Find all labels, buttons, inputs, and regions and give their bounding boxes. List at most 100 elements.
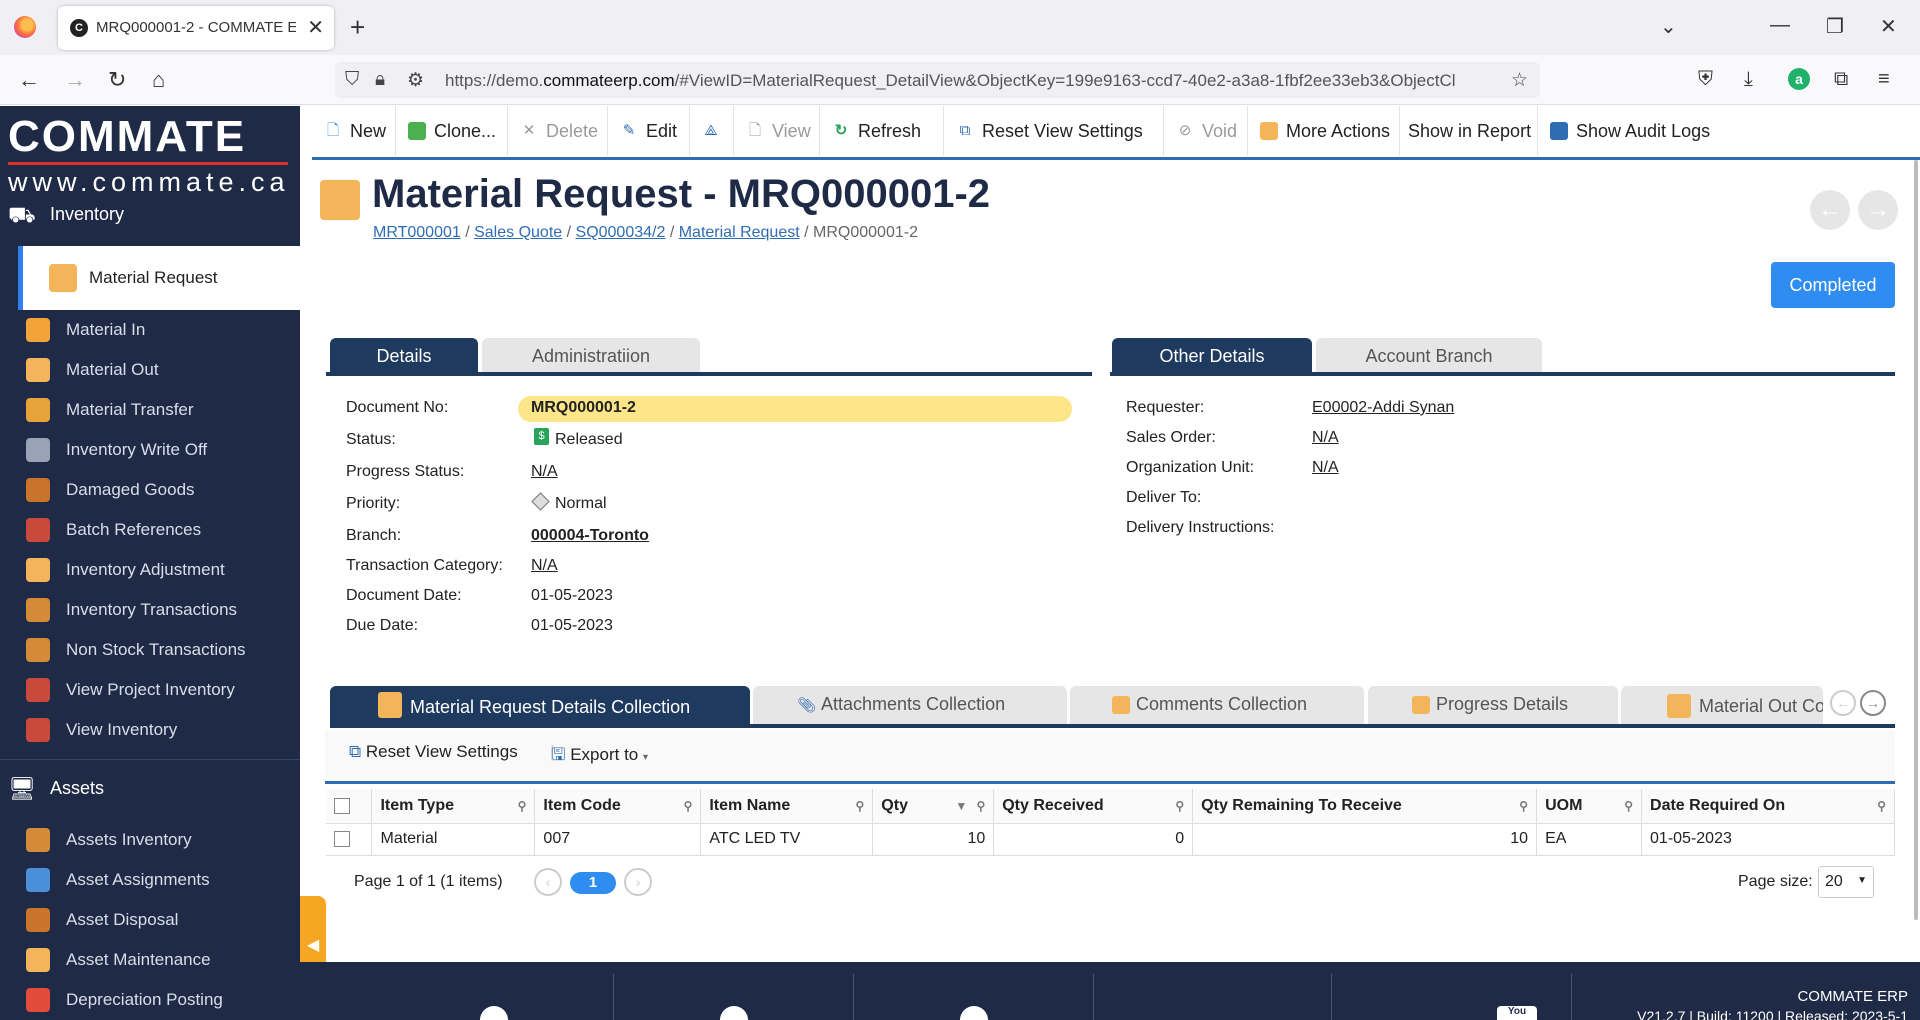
sidebar-item-inventory-adjustment[interactable]: Inventory Adjustment — [0, 550, 300, 590]
row-checkbox[interactable] — [334, 830, 350, 847]
new-tab-icon[interactable]: + — [350, 12, 365, 43]
filter-pin-icon[interactable]: ⚲ — [1519, 799, 1528, 813]
sidebar-item-material-in[interactable]: Material In — [0, 310, 300, 350]
sidebar-item-asset-disposal[interactable]: Asset Disposal — [0, 900, 300, 940]
tab-progress-details[interactable]: Progress Details — [1368, 686, 1618, 724]
sidebar-group-inventory[interactable]: ⛟ Inventory — [0, 194, 300, 234]
sidebar-item-material-out[interactable]: Material Out — [0, 350, 300, 390]
reset-view-settings-button[interactable]: ⧉ Reset View Settings — [944, 106, 1164, 156]
branch-link[interactable]: 000004-Toronto — [531, 527, 649, 545]
url-text[interactable]: https://demo.commateerp.com/#ViewID=Mate… — [445, 71, 1455, 91]
home-icon[interactable]: ⌂ — [152, 67, 165, 93]
tabs-scroll-right-icon[interactable]: → — [1860, 690, 1886, 716]
column-header[interactable]: Qty Received ⚲ — [993, 789, 1194, 824]
tab-administration[interactable]: Administratiion — [482, 338, 700, 374]
delete-button[interactable]: ✕ Delete — [508, 106, 608, 156]
shield-icon[interactable]: ⛉ — [345, 69, 359, 91]
tab-account-branch[interactable]: Account Branch — [1316, 338, 1542, 374]
tab-comments-collection[interactable]: Comments Collection — [1070, 686, 1364, 724]
browser-tab[interactable]: C MRQ000001-2 - COMMATE ERP ✕ — [58, 6, 334, 50]
requester-link[interactable]: E00002-Addi Synan — [1312, 399, 1454, 417]
footer-contact-icon[interactable] — [480, 1006, 508, 1020]
url-bar[interactable]: ⛉ 🔒︎ ⚙ https://demo.commateerp.com/#View… — [335, 62, 1540, 98]
restore-icon[interactable]: ❐ — [1826, 14, 1844, 39]
sidebar-item-asset-maintenance[interactable]: Asset Maintenance — [0, 940, 300, 980]
clone-button[interactable]: Clone... — [396, 106, 508, 156]
sidebar-item-asset-assignments[interactable]: Asset Assignments — [0, 860, 300, 900]
sidebar-group-assets[interactable]: 🖥︎ Assets — [0, 768, 300, 808]
sidebar-item-inventory-write-off[interactable]: Inventory Write Off — [0, 430, 300, 470]
commate-logo[interactable]: COMMATE www.commate.ca — [8, 114, 293, 197]
page-scrollbar[interactable] — [1914, 160, 1918, 920]
sales-order-link[interactable]: N/A — [1312, 429, 1339, 447]
grid-reset-view-settings-button[interactable]: ⧉ Reset View Settings — [349, 742, 518, 772]
bookmark-star-icon[interactable]: ☆ — [1511, 69, 1528, 92]
filter-pin-icon[interactable]: ⚲ — [1624, 799, 1633, 813]
column-header[interactable]: Date Required On ⚲ — [1641, 789, 1895, 824]
back-icon[interactable]: ← — [18, 67, 40, 93]
footer-info-icon[interactable] — [960, 1006, 988, 1020]
workflow-button[interactable]: ⟁ — [690, 106, 734, 156]
permissions-icon[interactable]: ⚙ — [407, 69, 424, 92]
show-in-report-button[interactable]: Show in Report — [1400, 106, 1538, 156]
extensions-icon[interactable]: ⧉ — [1834, 68, 1848, 91]
list-tabs-icon[interactable]: ⌄ — [1660, 14, 1677, 39]
tabs-scroll-left-icon[interactable]: ← — [1830, 690, 1856, 716]
menu-icon[interactable]: ≡ — [1878, 68, 1890, 91]
pocket-icon[interactable]: ⛨ — [1698, 68, 1713, 91]
column-header[interactable]: UOM ⚲ — [1536, 789, 1643, 824]
tab-material-request-details-collection[interactable]: Material Request Details Collection — [330, 686, 750, 726]
column-header[interactable]: Item Type ⚲ — [371, 789, 536, 824]
close-window-icon[interactable]: ✕ — [1880, 14, 1897, 39]
breadcrumb-link[interactable]: MRT000001 — [373, 224, 461, 241]
column-header[interactable]: Item Code ⚲ — [534, 789, 702, 824]
breadcrumb-link[interactable]: Sales Quote — [474, 224, 562, 241]
sort-desc-icon[interactable]: ▼ — [955, 799, 967, 813]
column-header[interactable]: Qty Remaining To Receive ⚲ — [1192, 789, 1538, 824]
edit-button[interactable]: ✎ Edit — [608, 106, 690, 156]
sidebar-item-material-transfer[interactable]: Material Transfer — [0, 390, 300, 430]
refresh-button[interactable]: ↻ Refresh — [820, 106, 944, 156]
sidebar-item-material-request[interactable]: Material Request — [18, 246, 300, 310]
select-all-checkbox[interactable] — [334, 797, 350, 814]
pager-prev-icon[interactable]: ‹ — [534, 868, 562, 896]
void-button[interactable]: ⊘ Void — [1164, 106, 1248, 156]
table-row[interactable]: Material 007 ATC LED TV 10 0 10 EA 01-05… — [326, 823, 1895, 856]
view-button[interactable]: 🗋 View — [734, 106, 820, 156]
more-actions-button[interactable]: More Actions — [1248, 106, 1400, 156]
tab-material-out-collection[interactable]: Material Out Collection — [1621, 686, 1823, 724]
pager-current-page[interactable]: 1 — [570, 872, 616, 894]
close-tab-icon[interactable]: ✕ — [307, 15, 324, 40]
tab-details[interactable]: Details — [330, 338, 478, 374]
sidebar-item-inventory-transactions[interactable]: Inventory Transactions — [0, 590, 300, 630]
progress-status-link[interactable]: N/A — [531, 463, 558, 481]
filter-pin-icon[interactable]: ⚲ — [856, 799, 865, 813]
minimize-icon[interactable]: — — [1770, 14, 1790, 37]
sidebar-item-damaged-goods[interactable]: Damaged Goods — [0, 470, 300, 510]
tab-other-details[interactable]: Other Details — [1112, 338, 1312, 374]
column-header[interactable]: Qty ▼ ⚲ — [872, 789, 995, 824]
sidebar-item-depreciation-posting[interactable]: Depreciation Posting — [0, 980, 300, 1020]
sidebar-item-batch-references[interactable]: Batch References — [0, 510, 300, 550]
status-completed-button[interactable]: Completed — [1771, 262, 1895, 308]
downloads-icon[interactable]: ⤓ — [1744, 68, 1753, 91]
export-to-dropdown[interactable]: 🖫︎ Export to ▾ — [551, 742, 648, 772]
filter-pin-icon[interactable]: ⚲ — [976, 799, 985, 813]
pager-next-icon[interactable]: › — [624, 868, 652, 896]
account-icon[interactable]: a — [1788, 68, 1810, 90]
sidebar-item-non-stock-transactions[interactable]: Non Stock Transactions — [0, 630, 300, 670]
tab-attachments-collection[interactable]: 📎︎ Attachments Collection — [753, 686, 1067, 724]
show-audit-logs-button[interactable]: Show Audit Logs — [1538, 106, 1718, 156]
filter-pin-icon[interactable]: ⚲ — [1175, 799, 1184, 813]
footer-location-icon[interactable] — [720, 1006, 748, 1020]
organization-unit-link[interactable]: N/A — [1312, 459, 1339, 477]
sidebar-item-view-inventory[interactable]: View Inventory — [0, 710, 300, 750]
youtube-icon[interactable]: You — [1497, 1006, 1537, 1020]
filter-pin-icon[interactable]: ⚲ — [1877, 799, 1886, 813]
forward-icon[interactable]: → — [64, 67, 86, 93]
column-header[interactable]: Item Name ⚲ — [700, 789, 874, 824]
page-size-select[interactable]: 20 ▼ — [1818, 866, 1874, 898]
reload-icon[interactable]: ↻ — [108, 67, 126, 93]
filter-pin-icon[interactable]: ⚲ — [684, 799, 693, 813]
previous-record-icon[interactable]: ← — [1810, 190, 1850, 230]
